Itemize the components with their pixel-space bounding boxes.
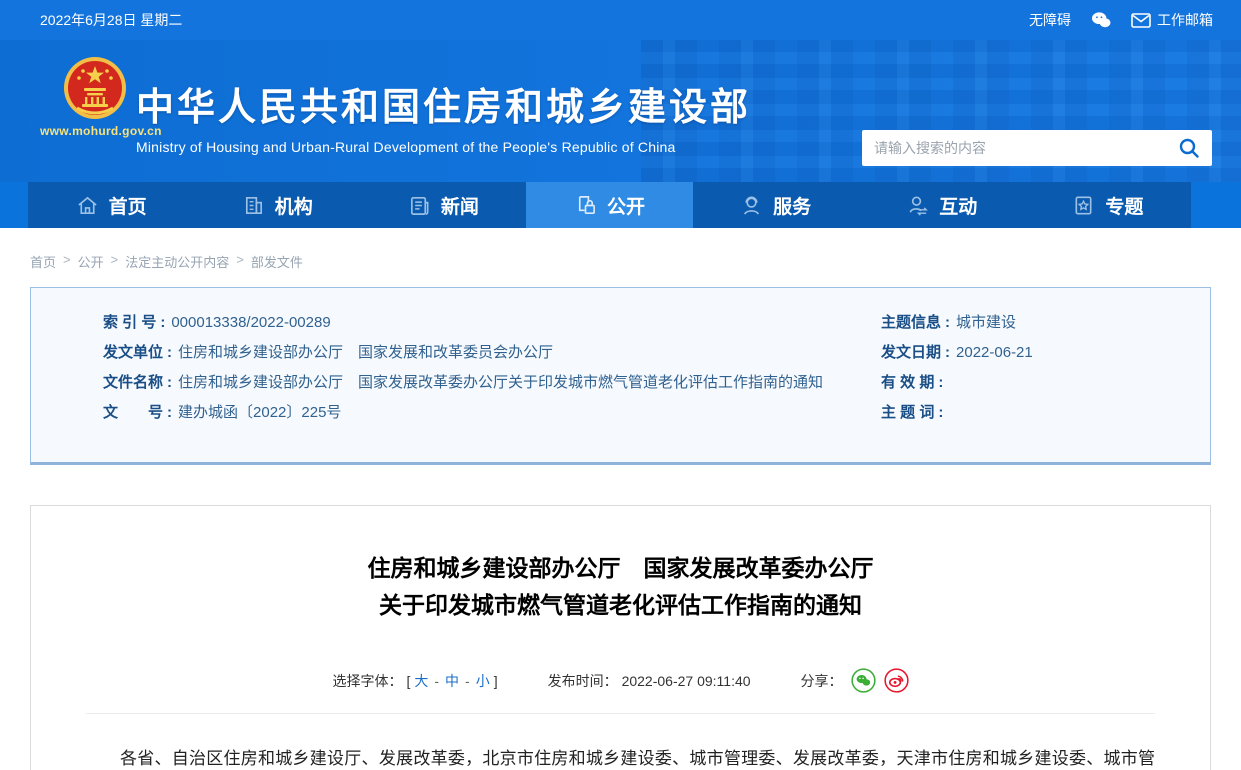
main-nav-inner: 首页 机构 新闻 公开 服务 互动 专题 [28,182,1191,228]
info-row-doc-number: 文 号: 建办城函〔2022〕225号 [103,404,881,421]
bracket-open: [ [406,673,410,689]
info-value: 建办城函〔2022〕225号 [178,404,341,421]
nav-tab-organization[interactable]: 机构 [194,182,360,228]
info-label: 发文日期 [881,344,941,361]
nav-tab-service[interactable]: 服务 [693,182,859,228]
mailbox-link[interactable]: 工作邮箱 [1131,10,1213,30]
info-row-issue-date: 发文日期: 2022-06-21 [881,344,1210,361]
nav-label: 机构 [275,192,313,219]
disclosure-icon [574,194,597,217]
nav-tab-disclosure[interactable]: 公开 [526,182,692,228]
emblem-block: www.mohurd.gov.cn [40,56,150,138]
nav-label: 服务 [773,192,811,219]
mailbox-label: 工作邮箱 [1157,10,1213,30]
breadcrumb: 首页 > 公开 > 法定主动公开内容 > 部发文件 [30,252,1241,271]
breadcrumb-separator: > [63,252,71,271]
interaction-icon [906,194,929,217]
info-label: 文 号 [103,404,163,421]
breadcrumb-separator: > [111,252,119,271]
topbar-right: 无障碍 工作邮箱 [1029,10,1213,30]
font-size-large[interactable]: 大 [414,671,428,691]
info-value: 2022-06-21 [956,344,1033,361]
national-emblem-icon [63,56,127,120]
service-icon [740,194,763,217]
date-text: 2022年6月28日 星期二 [40,10,182,30]
info-label: 有 效 期 [881,374,934,391]
doc-info-box: 索 引 号: 000013338/2022-00289 发文单位: 住房和城乡建… [30,287,1211,465]
news-icon [408,194,431,217]
doc-info-right: 主题信息: 城市建设 发文日期: 2022-06-21 有 效 期: 主 题 词… [881,314,1210,462]
site-subtitle: Ministry of Housing and Urban-Rural Deve… [136,139,751,155]
site-url: www.mohurd.gov.cn [40,124,150,138]
accessibility-link[interactable]: 无障碍 [1029,10,1071,30]
search-bar [862,130,1212,166]
font-size-separator: - [465,673,470,689]
doc-info-left: 索 引 号: 000013338/2022-00289 发文单位: 住房和城乡建… [103,314,881,462]
info-value: 000013338/2022-00289 [171,314,330,331]
article-title: 住房和城乡建设部办公厅 国家发展改革委办公厅 关于印发城市燃气管道老化评估工作指… [86,550,1155,624]
nav-label: 首页 [109,192,147,219]
breadcrumb-separator: > [236,252,244,271]
font-selector-label: 选择字体： [332,671,402,691]
breadcrumb-home[interactable]: 首页 [30,252,56,271]
breadcrumb-statutory[interactable]: 法定主动公开内容 [125,252,229,271]
share-group: 分享： [801,668,909,693]
info-row-keywords: 主 题 词: [881,404,1210,421]
article-title-line1: 住房和城乡建设部办公厅 国家发展改革委办公厅 [368,555,874,581]
info-label: 主 题 词 [881,404,934,421]
search-input[interactable] [874,140,1178,156]
article-panel: 住房和城乡建设部办公厅 国家发展改革委办公厅 关于印发城市燃气管道老化评估工作指… [30,505,1211,770]
nav-label: 公开 [607,192,645,219]
publish-time-label: 发布时间： [548,671,618,691]
nav-label: 互动 [939,192,977,219]
article-title-line2: 关于印发城市燃气管道老化评估工作指南的通知 [379,592,862,618]
site-titles: 中华人民共和国住房和城乡建设部 Ministry of Housing and … [136,76,751,155]
info-row-issuing-unit: 发文单位: 住房和城乡建设部办公厅 国家发展和改革委员会办公厅 [103,344,881,361]
site-title: 中华人民共和国住房和城乡建设部 [136,76,751,131]
info-row-topic-info: 主题信息: 城市建设 [881,314,1210,331]
breadcrumb-disclosure[interactable]: 公开 [78,252,104,271]
share-wechat-icon[interactable] [851,668,876,693]
nav-label: 新闻 [441,192,479,219]
breadcrumb-current[interactable]: 部发文件 [251,252,303,271]
site-header: www.mohurd.gov.cn 中华人民共和国住房和城乡建设部 Minist… [0,40,1241,182]
main-nav: 首页 机构 新闻 公开 服务 互动 专题 [0,182,1241,228]
info-label: 发文单位 [103,344,163,361]
home-icon [76,194,99,217]
article-body-paragraph: 各省、自治区住房和城乡建设厅、发展改革委，北京市住房和城乡建设委、城市管理委、发… [86,742,1155,770]
info-value: 城市建设 [956,314,1016,331]
organization-icon [242,194,265,217]
info-value: 住房和城乡建设部办公厅 国家发展改革委办公厅关于印发城市燃气管道老化评估工作指南… [178,374,823,391]
topbar: 2022年6月28日 星期二 无障碍 工作邮箱 [0,0,1241,40]
mail-icon [1131,13,1151,28]
topics-icon [1072,194,1095,217]
info-label: 主题信息 [881,314,941,331]
nav-label: 专题 [1105,192,1143,219]
font-size-selector: 选择字体： [ 大 - 中 - 小 ] [332,671,497,691]
nav-tab-home[interactable]: 首页 [28,182,194,228]
share-weibo-icon[interactable] [884,668,909,693]
bracket-close: ] [494,673,498,689]
wechat-icon[interactable] [1091,11,1111,29]
font-size-small[interactable]: 小 [476,671,490,691]
font-size-separator: - [434,673,439,689]
nav-tab-interaction[interactable]: 互动 [859,182,1025,228]
nav-tab-topics[interactable]: 专题 [1025,182,1191,228]
article-meta: 选择字体： [ 大 - 中 - 小 ] 发布时间： 2022-06-27 09:… [86,668,1155,714]
nav-tab-news[interactable]: 新闻 [360,182,526,228]
info-row-validity: 有 效 期: [881,374,1210,391]
share-label: 分享： [801,671,843,691]
publish-time-value: 2022-06-27 09:11:40 [622,673,751,689]
font-size-medium[interactable]: 中 [445,671,459,691]
info-value: 住房和城乡建设部办公厅 国家发展和改革委员会办公厅 [178,344,553,361]
info-label: 文件名称 [103,374,163,391]
info-row-file-name: 文件名称: 住房和城乡建设部办公厅 国家发展改革委办公厅关于印发城市燃气管道老化… [103,374,881,391]
search-icon[interactable] [1178,137,1200,159]
info-row-index-number: 索 引 号: 000013338/2022-00289 [103,314,881,331]
publish-time-group: 发布时间： 2022-06-27 09:11:40 [548,671,751,691]
info-label: 索 引 号 [103,314,156,331]
